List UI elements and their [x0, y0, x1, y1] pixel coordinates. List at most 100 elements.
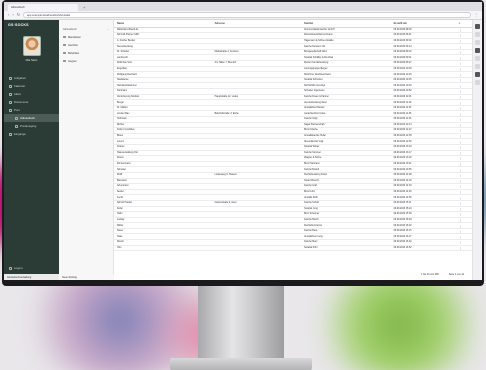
footer-tab-new-entry[interactable]: Neuer Eintrag	[59, 274, 114, 280]
avatar[interactable]	[22, 36, 41, 56]
footer-tabs: Adressbuchverwaltung Neuer Eintrag	[4, 274, 114, 280]
mail-icon[interactable]	[475, 56, 480, 61]
more-icon[interactable]: ⋮	[459, 140, 462, 144]
filter-icon[interactable]: ⌕	[459, 21, 461, 25]
settings-icon[interactable]	[475, 48, 480, 53]
cell-created: 09.09.2023 16:52	[390, 245, 456, 252]
chevron-down-icon[interactable]: ⌄	[107, 28, 109, 31]
sidebar-item-dokumente[interactable]: Dokumente	[4, 98, 59, 106]
url-bar[interactable]: app.example.de/adressbuch/kontakte	[23, 12, 472, 18]
column-header-company[interactable]: Kanzlei	[301, 20, 391, 28]
more-icon[interactable]: ⋮	[459, 117, 462, 121]
more-icon[interactable]: ⋮	[459, 240, 462, 244]
sidebar-item-eingaenge[interactable]: Eingänge	[4, 130, 59, 138]
sidebar-item-akten[interactable]: Akten	[4, 90, 59, 98]
table-row[interactable]: Otto Notariat Pohl 09.09.2023 16:52 ⋮	[114, 245, 472, 252]
more-icon[interactable]: ⋮	[459, 212, 462, 216]
more-icon[interactable]: ⋮	[459, 179, 462, 183]
folder-item-gegner[interactable]: Gegner	[59, 57, 113, 65]
folder-item-label: Behörden	[68, 51, 80, 55]
browser-tabbar: Adressbuch +	[4, 2, 482, 11]
trash-icon[interactable]	[475, 80, 480, 85]
menu-icon[interactable]	[475, 24, 480, 29]
task-icon	[9, 76, 12, 80]
pagination-page[interactable]: Seite 1 von 12	[449, 273, 464, 276]
column-header-created[interactable]: Erstellt am	[390, 20, 456, 28]
more-icon[interactable]: ⋮	[459, 218, 462, 222]
more-icon[interactable]: ⋮	[459, 73, 462, 77]
sidebar-item-label: Aufgaben	[14, 76, 26, 80]
more-icon[interactable]: ⋮	[459, 84, 462, 88]
table-header-row: Name Adresse Kanzlei Erstellt am ⌕	[114, 20, 472, 28]
logout-icon	[9, 266, 12, 270]
sidebar-item-label: Akten	[14, 92, 22, 96]
more-icon[interactable]: ⋮	[459, 207, 462, 211]
sidebar-item-label: Kalender	[14, 84, 26, 88]
more-icon[interactable]: ⋮	[459, 45, 462, 49]
sidebar-item-adressbuch[interactable]: Adressbuch	[4, 114, 59, 122]
footer-tab-address-admin[interactable]: Adressbuchverwaltung	[4, 274, 59, 280]
monitor: Adressbuch + ‹ › ↻ app.example.de/adress…	[2, 0, 484, 286]
print-icon[interactable]	[475, 32, 480, 37]
more-icon[interactable]: ⋮	[459, 95, 462, 99]
back-icon[interactable]: ‹	[8, 13, 9, 17]
more-icon[interactable]: ⋮	[459, 224, 462, 228]
more-icon[interactable]: ⋮	[459, 28, 462, 32]
more-icon[interactable]: ⋮	[459, 101, 462, 105]
more-icon[interactable]: ⋮	[459, 39, 462, 43]
sidebar-item-post[interactable]: Post	[4, 106, 59, 114]
sidebar-item-aufgaben[interactable]: Aufgaben	[4, 74, 59, 82]
new-tab-button[interactable]: +	[80, 4, 94, 11]
more-icon[interactable]: ⋮	[459, 56, 462, 60]
more-icon[interactable]: ⋮	[459, 50, 462, 54]
column-header-address[interactable]: Adresse	[211, 20, 302, 28]
folder-item-gerichte[interactable]: Gerichte	[59, 41, 113, 49]
cell-address	[211, 245, 302, 252]
more-icon[interactable]: ⋮	[459, 246, 462, 250]
phone-icon[interactable]	[475, 64, 480, 69]
extensions-icon[interactable]: ⋮	[474, 13, 478, 17]
folder-item-mandanten[interactable]: Mandanten	[59, 33, 113, 41]
more-icon[interactable]: ⋮	[459, 61, 462, 65]
more-icon[interactable]: ⋮	[459, 128, 462, 132]
more-icon[interactable]: ⋮	[459, 190, 462, 194]
browser-tab[interactable]: Adressbuch	[8, 4, 78, 11]
cell-actions: ⋮	[455, 245, 472, 252]
more-icon[interactable]: ⋮	[459, 229, 462, 233]
folder-icon	[63, 43, 66, 47]
more-icon[interactable]: ⋮	[459, 173, 462, 177]
footer-tab-label: Adressbuchverwaltung	[7, 275, 32, 279]
sidebar-item-kalender[interactable]: Kalender	[4, 82, 59, 90]
more-icon[interactable]: ⋮	[459, 151, 462, 155]
logout-button[interactable]: Logout	[4, 264, 59, 272]
more-icon[interactable]: ⋮	[459, 156, 462, 160]
more-icon[interactable]: ⋮	[459, 67, 462, 71]
more-icon[interactable]: ⋮	[459, 134, 462, 138]
more-icon[interactable]: ⋮	[459, 33, 462, 37]
document-icon	[9, 100, 12, 104]
more-icon[interactable]: ⋮	[459, 168, 462, 172]
folder-item-label: Gegner	[68, 59, 77, 63]
more-icon[interactable]: ⋮	[459, 106, 462, 110]
more-icon[interactable]: ⋮	[459, 235, 462, 239]
more-icon[interactable]: ⋮	[459, 201, 462, 205]
more-icon[interactable]: ⋮	[459, 196, 462, 200]
more-icon[interactable]: ⋮	[459, 123, 462, 127]
more-icon[interactable]: ⋮	[459, 78, 462, 82]
right-toolbar	[472, 20, 482, 280]
edit-icon[interactable]	[475, 72, 480, 77]
sidebar-item-label: Postausgang	[20, 124, 37, 128]
sidebar-item-label: Post	[14, 108, 20, 112]
column-header-name[interactable]: Name	[114, 20, 212, 28]
more-icon[interactable]: ⋮	[459, 89, 462, 93]
export-icon[interactable]	[475, 40, 480, 45]
more-icon[interactable]: ⋮	[459, 112, 462, 116]
more-icon[interactable]: ⋮	[459, 145, 462, 149]
folder-item-behoerden[interactable]: Behörden	[59, 49, 113, 57]
forward-icon[interactable]: ›	[12, 13, 13, 17]
more-icon[interactable]: ⋮	[459, 162, 462, 166]
reload-icon[interactable]: ↻	[17, 13, 20, 17]
sidebar-item-postausgang[interactable]: Postausgang	[4, 122, 59, 130]
footer-tab-label: Neuer Eintrag	[62, 275, 77, 279]
more-icon[interactable]: ⋮	[459, 184, 462, 188]
